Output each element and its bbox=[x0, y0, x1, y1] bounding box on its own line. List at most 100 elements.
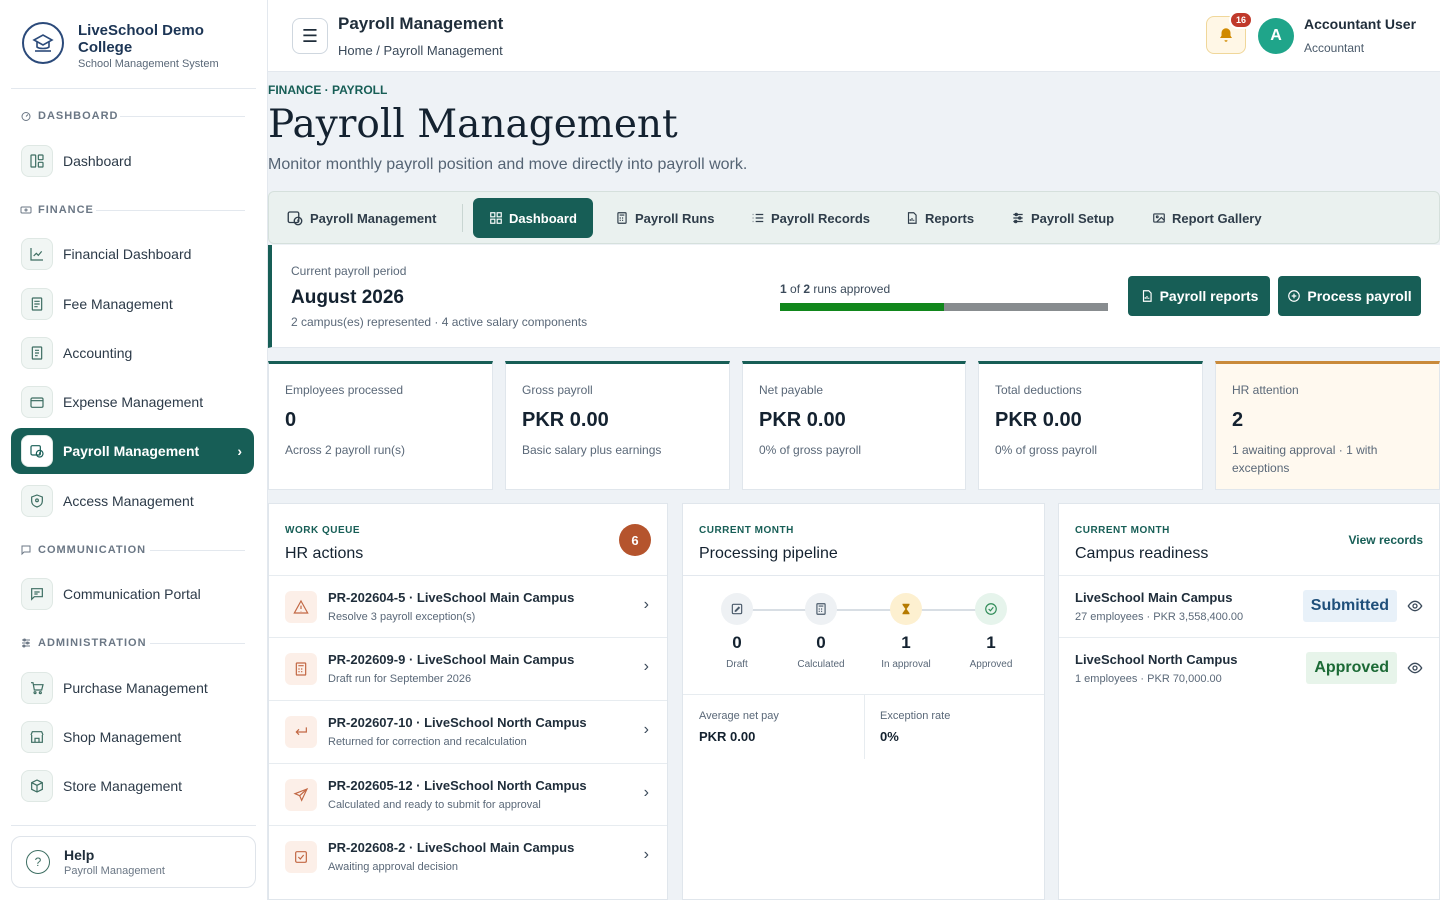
checkbox-icon bbox=[285, 841, 317, 873]
kpi-hr-attention: HR attention 2 1 awaiting approval · 1 w… bbox=[1215, 361, 1440, 490]
sidebar-item-label: Financial Dashboard bbox=[63, 246, 192, 262]
process-payroll-button[interactable]: Process payroll bbox=[1278, 276, 1421, 316]
step-label: Calculated bbox=[797, 659, 845, 670]
queue-item-subtitle: Awaiting approval decision bbox=[328, 861, 459, 873]
step-value: 0 bbox=[732, 633, 742, 652]
queue-item-title: PR-202609-9 · LiveSchool Main Campus bbox=[328, 652, 575, 667]
kpi-note: Basic salary plus earnings bbox=[522, 443, 662, 457]
file-chart-icon bbox=[907, 212, 917, 224]
tab-dashboard[interactable]: Dashboard bbox=[473, 198, 593, 238]
section-label: COMMUNICATION bbox=[38, 544, 147, 556]
sidebar-item-label: Store Management bbox=[63, 778, 183, 794]
kpi-note: Across 2 payroll run(s) bbox=[285, 443, 406, 457]
card-eyebrow: CURRENT MONTH bbox=[1075, 525, 1170, 536]
hamburger-icon: ☰ bbox=[301, 25, 319, 46]
kpi-total-deductions: Total deductions PKR 0.00 0% of gross pa… bbox=[978, 361, 1203, 490]
tab-label: Dashboard bbox=[509, 210, 577, 226]
chevron-right-icon: › bbox=[643, 596, 649, 613]
period-meta: 2 campus(es) represented · 4 active sala… bbox=[291, 315, 588, 329]
sidebar-item-store-management[interactable]: Store Management bbox=[11, 763, 254, 809]
avg-net-pay-label: Average net pay bbox=[699, 710, 779, 722]
tab-label: Report Gallery bbox=[1172, 210, 1262, 226]
queue-item[interactable]: PR-202607-10 · LiveSchool North Campus R… bbox=[269, 700, 667, 762]
chevron-right-icon: › bbox=[643, 784, 649, 801]
sidebar-item-communication-portal[interactable]: Communication Portal bbox=[11, 571, 254, 617]
payroll-reports-button[interactable]: Payroll reports bbox=[1128, 276, 1270, 316]
tab-payroll-runs[interactable]: Payroll Runs bbox=[615, 198, 714, 238]
hourglass-icon bbox=[890, 593, 922, 625]
sidebar-item-fee-management[interactable]: Fee Management bbox=[11, 281, 254, 327]
campus-name: LiveSchool Main Campus bbox=[1075, 590, 1233, 605]
payroll-icon bbox=[21, 435, 53, 467]
section-communication: COMMUNICATION bbox=[20, 544, 146, 556]
ledger-icon bbox=[21, 337, 53, 369]
sidebar-item-purchase-management[interactable]: Purchase Management bbox=[11, 665, 254, 711]
avatar[interactable]: A bbox=[1258, 18, 1294, 54]
campus-summary: 1 employees · PKR 70,000.00 bbox=[1075, 673, 1222, 685]
user-name[interactable]: Accountant User bbox=[1304, 16, 1416, 32]
notifications-button[interactable]: 16 bbox=[1206, 11, 1253, 54]
kpi-value: PKR 0.00 bbox=[759, 409, 846, 431]
user-role: Accountant bbox=[1304, 41, 1365, 55]
queue-item[interactable]: PR-202609-9 · LiveSchool Main Campus Dra… bbox=[269, 637, 667, 699]
card-eyebrow: CURRENT MONTH bbox=[699, 525, 794, 536]
period-month: August 2026 bbox=[291, 287, 404, 308]
receipt-icon bbox=[21, 288, 53, 320]
sliders-icon bbox=[1013, 212, 1023, 224]
card-eyebrow: WORK QUEUE bbox=[285, 525, 360, 536]
queue-item[interactable]: PR-202605-12 · LiveSchool North Campus C… bbox=[269, 763, 667, 825]
tab-payroll-records[interactable]: Payroll Records bbox=[751, 198, 870, 238]
sidebar-item-dashboard[interactable]: Dashboard bbox=[11, 138, 254, 184]
tab-report-gallery[interactable]: Report Gallery bbox=[1152, 198, 1262, 238]
pipeline-step-approved: 1 Approved bbox=[961, 593, 1021, 670]
notification-count-badge: 16 bbox=[1228, 11, 1253, 29]
runs-progress-bar bbox=[780, 303, 1108, 311]
queue-item[interactable]: PR-202604-5 · LiveSchool Main Campus Res… bbox=[269, 575, 667, 637]
sidebar-item-payroll-management[interactable]: Payroll Management › bbox=[11, 428, 254, 474]
sidebar-item-expense-management[interactable]: Expense Management bbox=[11, 379, 254, 425]
sidebar-item-access-management[interactable]: Access Management bbox=[11, 478, 254, 524]
divider bbox=[11, 88, 256, 89]
help-button[interactable]: ? Help Payroll Management bbox=[11, 836, 256, 888]
campus-name: LiveSchool North Campus bbox=[1075, 652, 1238, 667]
card-title: Processing pipeline bbox=[699, 545, 838, 562]
tab-payroll-setup[interactable]: Payroll Setup bbox=[1011, 198, 1114, 238]
kpi-label: Total deductions bbox=[995, 383, 1082, 397]
section-administration: ADMINISTRATION bbox=[20, 637, 147, 649]
eye-icon[interactable] bbox=[1407, 598, 1423, 619]
tab-label: Payroll Records bbox=[771, 210, 870, 226]
chat-icon bbox=[21, 545, 31, 556]
kpi-label: HR attention bbox=[1232, 383, 1299, 397]
money-icon bbox=[20, 206, 32, 214]
tab-reports[interactable]: Reports bbox=[905, 198, 974, 238]
sidebar-item-label: Expense Management bbox=[63, 394, 204, 410]
sidebar-item-financial-dashboard[interactable]: Financial Dashboard bbox=[11, 231, 254, 277]
card-title: HR actions bbox=[285, 545, 364, 562]
brand[interactable]: LiveSchool Demo College School Managemen… bbox=[22, 22, 228, 70]
list-icon bbox=[752, 213, 764, 223]
calculator-icon bbox=[285, 653, 317, 685]
payroll-icon bbox=[287, 211, 303, 226]
sidebar-item-label: Shop Management bbox=[63, 729, 182, 745]
sidebar-item-accounting[interactable]: Accounting bbox=[11, 330, 254, 376]
menu-toggle-button[interactable]: ☰ bbox=[292, 18, 328, 54]
progress-fill bbox=[780, 303, 944, 311]
kpi-label: Net payable bbox=[759, 383, 824, 397]
sidebar-item-label: Purchase Management bbox=[63, 680, 208, 696]
view-records-link[interactable]: View records bbox=[1349, 533, 1423, 547]
campus-summary: 27 employees · PKR 3,558,400.00 bbox=[1075, 611, 1244, 623]
queue-item[interactable]: PR-202608-2 · LiveSchool Main Campus Awa… bbox=[269, 825, 667, 887]
breadcrumb[interactable]: Home / Payroll Management bbox=[338, 43, 503, 58]
sidebar-item-label: Payroll Management bbox=[63, 443, 200, 459]
tab-module-home[interactable]: Payroll Management bbox=[286, 198, 436, 238]
question-icon: ? bbox=[26, 850, 50, 874]
image-icon bbox=[1153, 213, 1165, 223]
edit-icon bbox=[721, 593, 753, 625]
module-tabs: Payroll Management Dashboard Payroll Run… bbox=[268, 191, 1440, 244]
sidebar-item-shop-management[interactable]: Shop Management bbox=[11, 714, 254, 760]
queue-item-subtitle: Resolve 3 payroll exception(s) bbox=[328, 611, 476, 623]
send-icon bbox=[285, 779, 317, 811]
chevron-right-icon: › bbox=[643, 721, 649, 738]
eye-icon[interactable] bbox=[1407, 660, 1423, 681]
tab-label: Payroll Setup bbox=[1031, 210, 1115, 226]
